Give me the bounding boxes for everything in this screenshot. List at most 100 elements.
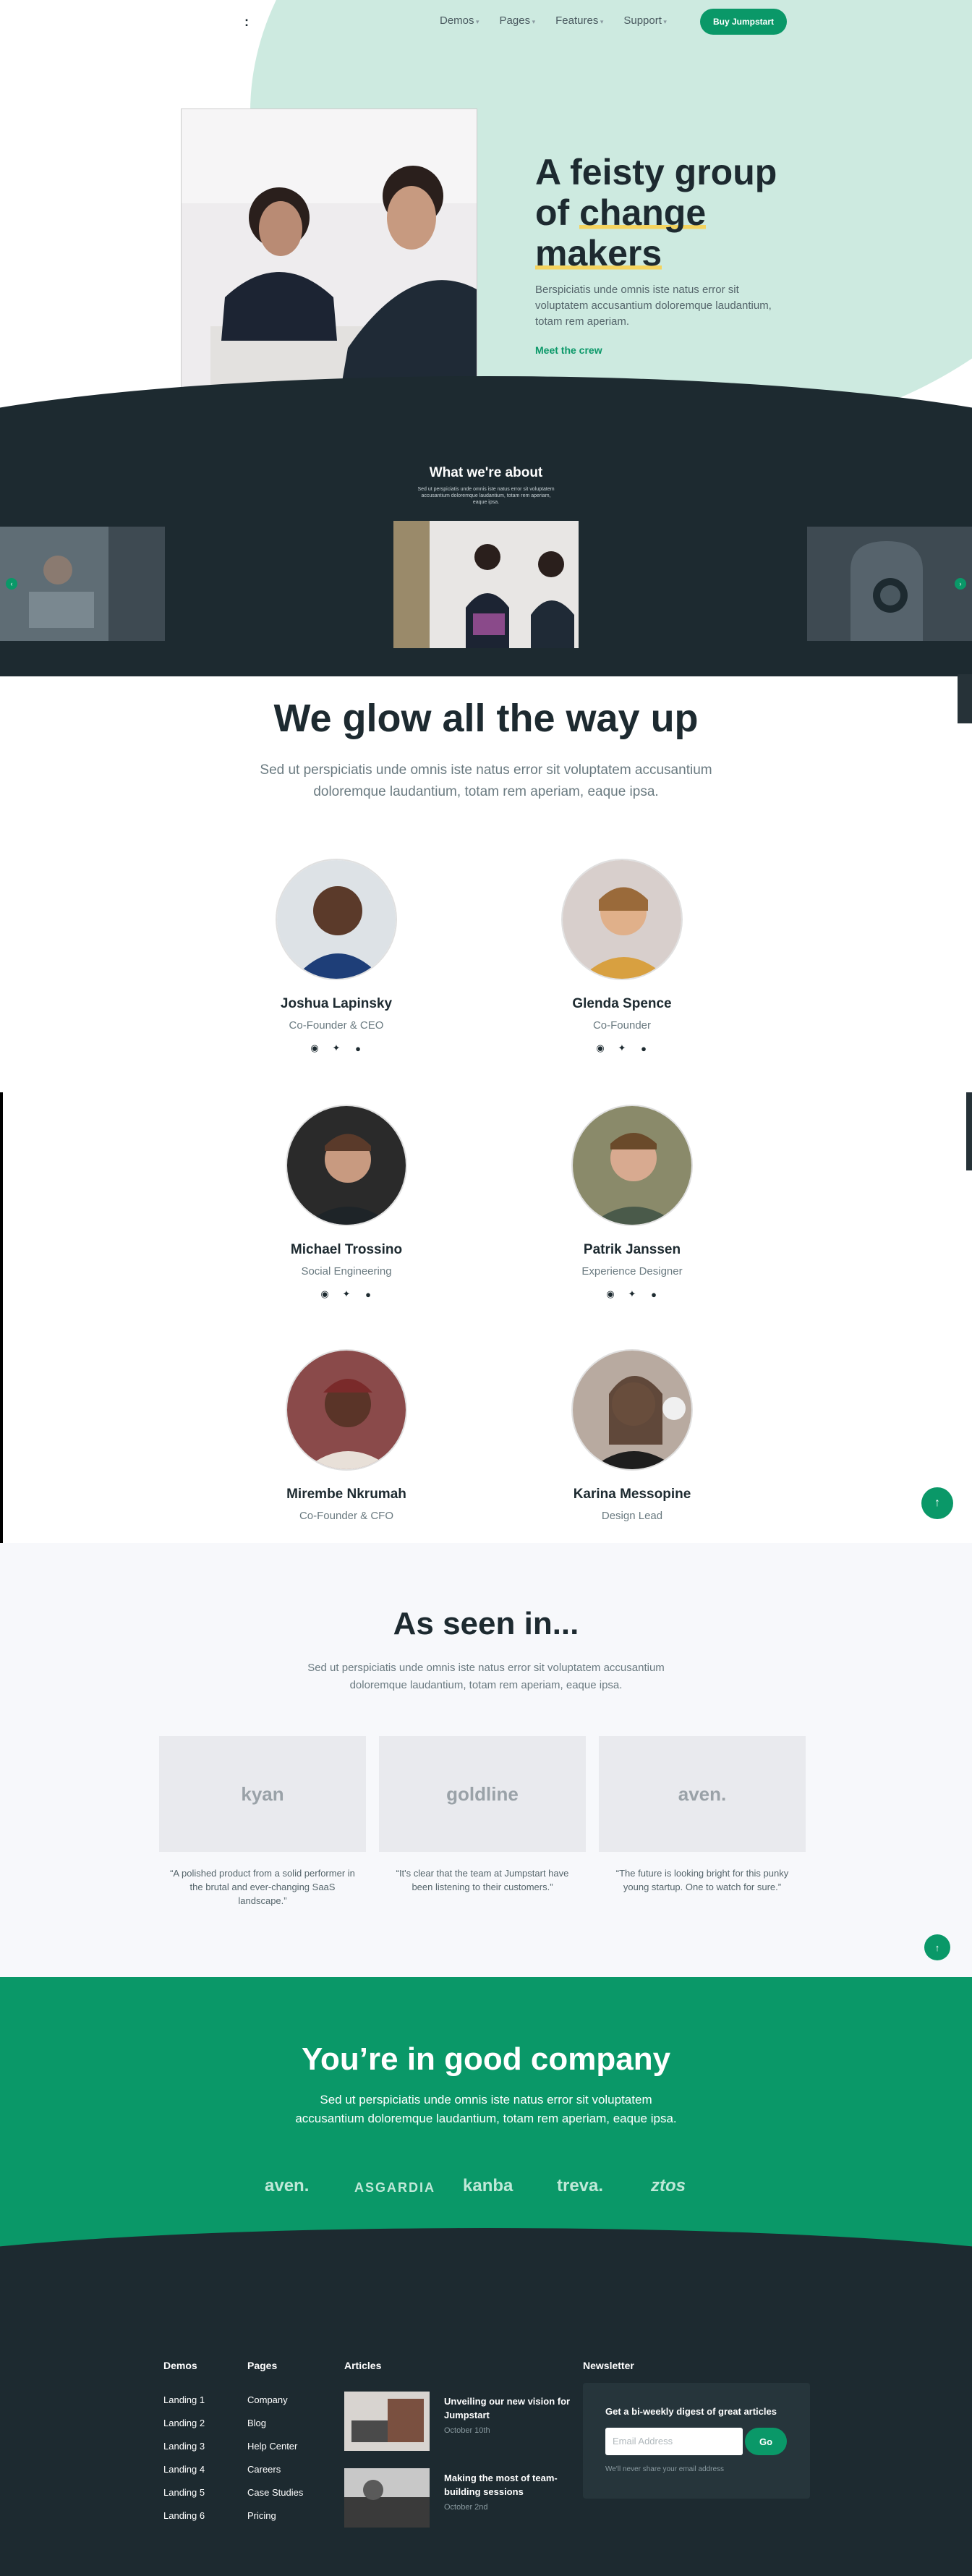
member-name: Glenda Spence xyxy=(572,996,672,1011)
back-to-top-button[interactable]: ↑ xyxy=(921,1487,953,1519)
chevron-right-icon: › xyxy=(959,580,962,587)
chevron-left-icon: ‹ xyxy=(10,580,13,587)
footer-newsletter-title: Newsletter xyxy=(583,2360,634,2371)
nav-item-pages[interactable]: Pages xyxy=(500,14,536,27)
carousel-slide-active[interactable] xyxy=(393,521,579,648)
footer-link[interactable]: Landing 2 xyxy=(163,2412,205,2435)
nav-item-support[interactable]: Support xyxy=(623,14,667,27)
footer-demos-title: Demos xyxy=(163,2360,197,2371)
footer-demos-list: Landing 1 Landing 2 Landing 3 Landing 4 … xyxy=(163,2389,205,2528)
buy-button[interactable]: Buy Jumpstart xyxy=(700,9,787,35)
press-quote: “A polished product from a solid perform… xyxy=(170,1868,355,1906)
client-logo: treva. xyxy=(557,2176,604,2195)
footer-link[interactable]: Landing 6 xyxy=(163,2504,205,2528)
github-icon[interactable]: ● xyxy=(362,1288,375,1301)
newsletter-box: Get a bi-weekly digest of great articles… xyxy=(583,2383,810,2499)
member-socials: ◉ ✦ ● xyxy=(228,1042,445,1055)
carousel-slide-prev[interactable] xyxy=(0,527,165,641)
github-icon[interactable]: ● xyxy=(351,1042,364,1055)
hero-text: Berspiciatis unde omnis iste natus error… xyxy=(535,284,772,328)
avatar xyxy=(286,1349,407,1471)
twitter-icon[interactable]: ✦ xyxy=(330,1042,343,1055)
press-logo-goldline: goldline xyxy=(379,1736,586,1852)
nav-item-demos[interactable]: Demos xyxy=(440,14,479,27)
footer-link[interactable]: Blog xyxy=(247,2412,303,2435)
team-section xyxy=(0,676,972,1543)
email-input[interactable]: Email Address xyxy=(605,2428,743,2455)
footer-link[interactable]: Pricing xyxy=(247,2504,303,2528)
footer-link[interactable]: Landing 3 xyxy=(163,2435,205,2458)
dribbble-icon[interactable]: ◉ xyxy=(594,1042,607,1055)
footer-link[interactable]: Landing 4 xyxy=(163,2458,205,2481)
member-role: Design Lead xyxy=(601,1510,663,1522)
dribbble-icon[interactable]: ◉ xyxy=(604,1288,617,1301)
member-role: Co-Founder xyxy=(592,1019,652,1032)
twitter-icon[interactable]: ✦ xyxy=(626,1288,639,1301)
avatar xyxy=(276,859,397,980)
hero-title-of: of xyxy=(535,192,580,233)
arrow-up-icon: ↑ xyxy=(934,1942,940,1953)
member-name: Joshua Lapinsky xyxy=(280,996,393,1011)
footer-link[interactable]: Company xyxy=(247,2389,303,2412)
avatar xyxy=(571,1105,693,1226)
dribbble-icon[interactable]: ◉ xyxy=(308,1042,321,1055)
hero-team-photo xyxy=(181,109,477,389)
footer-article[interactable]: Unveiling our new vision for Jumpstart O… xyxy=(344,2392,583,2454)
company-subtitle: Sed ut perspiciatis unde omnis iste natu… xyxy=(295,2093,677,2125)
member-name: Michael Trossino xyxy=(290,1242,403,1257)
footer-article[interactable]: Making the most of team-building session… xyxy=(344,2468,583,2530)
footer-pages-title: Pages xyxy=(247,2360,278,2371)
member-socials: ◉ ✦ ● xyxy=(238,1288,455,1301)
team-member-card: Michael Trossino Social Engineering ◉ ✦ ● xyxy=(238,1105,455,1301)
footer-link[interactable]: Landing 1 xyxy=(163,2389,205,2412)
twitter-icon[interactable]: ✦ xyxy=(615,1042,628,1055)
logo[interactable]: : xyxy=(244,14,249,30)
member-role: Co-Founder & CFO xyxy=(299,1510,394,1522)
press-logo-text: kyan xyxy=(241,1782,284,1805)
team-title: We glow all the way up xyxy=(273,697,699,740)
team-member-card: Glenda Spence Co-Founder ◉ ✦ ● xyxy=(513,859,730,1055)
press-subtitle: Sed ut perspiciatis unde omnis iste natu… xyxy=(307,1662,665,1691)
nav-item-features[interactable]: Features xyxy=(555,14,603,27)
article-date: October 10th xyxy=(444,2426,490,2435)
hero-title: A feisty group of change makers xyxy=(535,152,810,273)
client-logo: ztos xyxy=(651,2176,686,2195)
newsletter-go-button[interactable]: Go xyxy=(745,2428,787,2455)
press-quote: “The future is looking bright for this p… xyxy=(615,1868,789,1892)
newsletter-heading: Get a bi-weekly digest of great articles xyxy=(605,2406,777,2417)
carousel-next-button[interactable]: › xyxy=(955,578,966,590)
dribbble-icon[interactable]: ◉ xyxy=(318,1288,331,1301)
avatar xyxy=(286,1105,407,1226)
team-member-card: Mirembe Nkrumah Co-Founder & CFO xyxy=(238,1349,455,1522)
github-icon[interactable]: ● xyxy=(637,1042,650,1055)
member-role: Co-Founder & CEO xyxy=(289,1019,384,1032)
footer-link[interactable]: Case Studies xyxy=(247,2481,303,2504)
carousel-prev-button[interactable]: ‹ xyxy=(6,578,17,590)
member-role: Experience Designer xyxy=(581,1265,683,1278)
team-member-card: Karina Messopine Design Lead xyxy=(524,1349,741,1522)
nav-menu: Demos Pages Features Support xyxy=(440,14,667,27)
left-edge-bar xyxy=(0,1092,3,1543)
team-member-card: Joshua Lapinsky Co-Founder & CEO ◉ ✦ ● xyxy=(228,859,445,1055)
newsletter-note: We'll never share your email address xyxy=(605,2465,725,2473)
client-logo: kanba xyxy=(463,2176,513,2195)
press-title: As seen in... xyxy=(393,1606,579,1641)
article-date: October 2nd xyxy=(444,2503,488,2512)
team-subtitle: Sed ut perspiciatis unde omnis iste natu… xyxy=(260,762,712,799)
footer-link[interactable]: Help Center xyxy=(247,2435,303,2458)
carousel-slide-next[interactable] xyxy=(807,527,972,641)
article-title[interactable]: Unveiling our new vision for Jumpstart xyxy=(444,2394,574,2422)
twitter-icon[interactable]: ✦ xyxy=(340,1288,353,1301)
article-title[interactable]: Making the most of team-building session… xyxy=(444,2471,574,2499)
member-name: Mirembe Nkrumah xyxy=(286,1487,406,1502)
meet-crew-link[interactable]: Meet the crew xyxy=(535,344,602,356)
avatar xyxy=(571,1349,693,1471)
back-to-top-button[interactable]: ↑ xyxy=(924,1934,950,1960)
github-icon[interactable]: ● xyxy=(647,1288,660,1301)
press-quote: “It's clear that the team at Jumpstart h… xyxy=(396,1868,569,1892)
footer-link[interactable]: Careers xyxy=(247,2458,303,2481)
right-edge-tab-2 xyxy=(966,1092,972,1170)
footer-link[interactable]: Landing 5 xyxy=(163,2481,205,2504)
article-thumbnail xyxy=(344,2468,430,2528)
arrow-up-icon: ↑ xyxy=(934,1497,940,1509)
